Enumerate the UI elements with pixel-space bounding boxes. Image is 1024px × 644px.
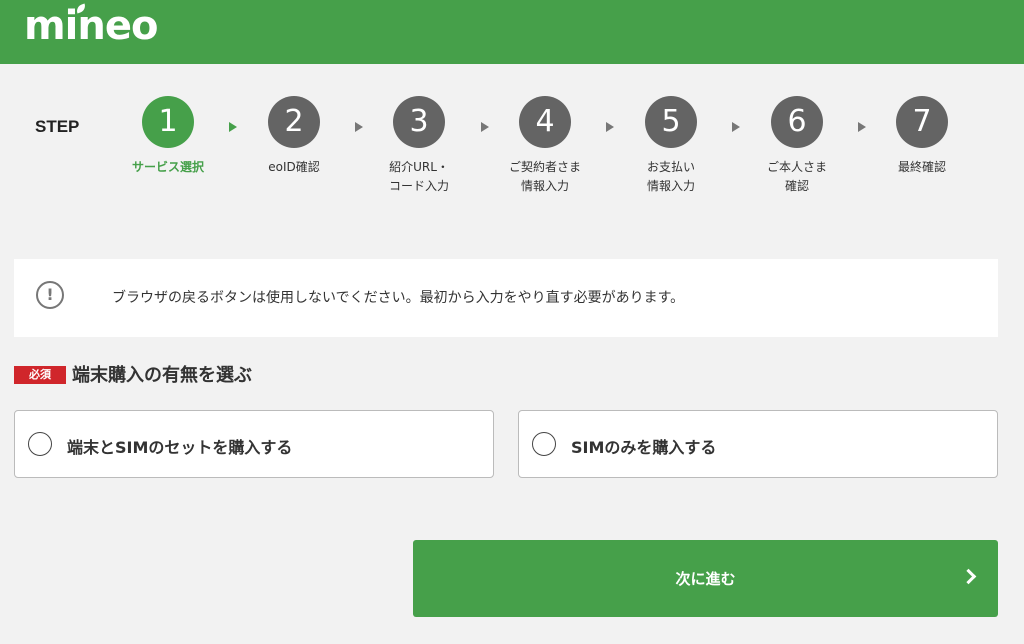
step-4: 4 ご契約者さま 情報入力	[485, 96, 605, 196]
step-number: 4	[519, 96, 571, 148]
section-title: 端末購入の有無を選ぶ	[72, 365, 252, 386]
step-label: STEP	[35, 117, 80, 136]
step-name: ご契約者さま 情報入力	[508, 160, 581, 193]
step-name: ご本人さま 確認	[766, 160, 827, 193]
option-device-and-sim[interactable]: 端末とSIMのセットを購入する	[14, 410, 494, 478]
option-label: SIMのみを購入する	[571, 438, 717, 457]
step-3: 3 紹介URL・ コード入力	[359, 96, 479, 196]
next-button-label: 次に進む	[675, 570, 736, 588]
step-number: 7	[896, 96, 948, 148]
site-header: mineo	[0, 0, 1024, 64]
step-5: 5 お支払い 情報入力	[611, 96, 731, 196]
back-button-warning: ! ブラウザの戻るボタンは使用しないでください。最初から入力をやり直す必要があり…	[14, 259, 998, 337]
step-1: 1 サービス選択	[108, 96, 228, 177]
step-name: eoID確認	[268, 160, 320, 174]
required-badge: 必須	[14, 366, 66, 384]
step-6: 6 ご本人さま 確認	[737, 96, 857, 196]
step-2: 2 eoID確認	[234, 96, 354, 177]
option-label: 端末とSIMのセットを購入する	[67, 438, 293, 457]
step-number: 3	[393, 96, 445, 148]
step-name: 紹介URL・ コード入力	[388, 160, 449, 193]
step-number: 5	[645, 96, 697, 148]
step-number: 2	[268, 96, 320, 148]
step-name: 最終確認	[897, 160, 946, 174]
radio-button[interactable]	[532, 432, 556, 456]
radio-button[interactable]	[28, 432, 52, 456]
step-number: 1	[142, 96, 194, 148]
warning-text: ブラウザの戻るボタンは使用しないでください。最初から入力をやり直す必要があります…	[112, 290, 685, 306]
option-sim-only[interactable]: SIMのみを購入する	[518, 410, 998, 478]
step-number: 6	[771, 96, 823, 148]
next-button[interactable]: 次に進む	[413, 540, 998, 617]
step-name: サービス選択	[131, 160, 204, 174]
mineo-logo[interactable]: mineo	[24, 3, 158, 48]
exclamation-circle-icon: !	[36, 281, 64, 309]
step-7: 7 最終確認	[862, 96, 982, 177]
step-name: お支払い 情報入力	[646, 160, 695, 193]
